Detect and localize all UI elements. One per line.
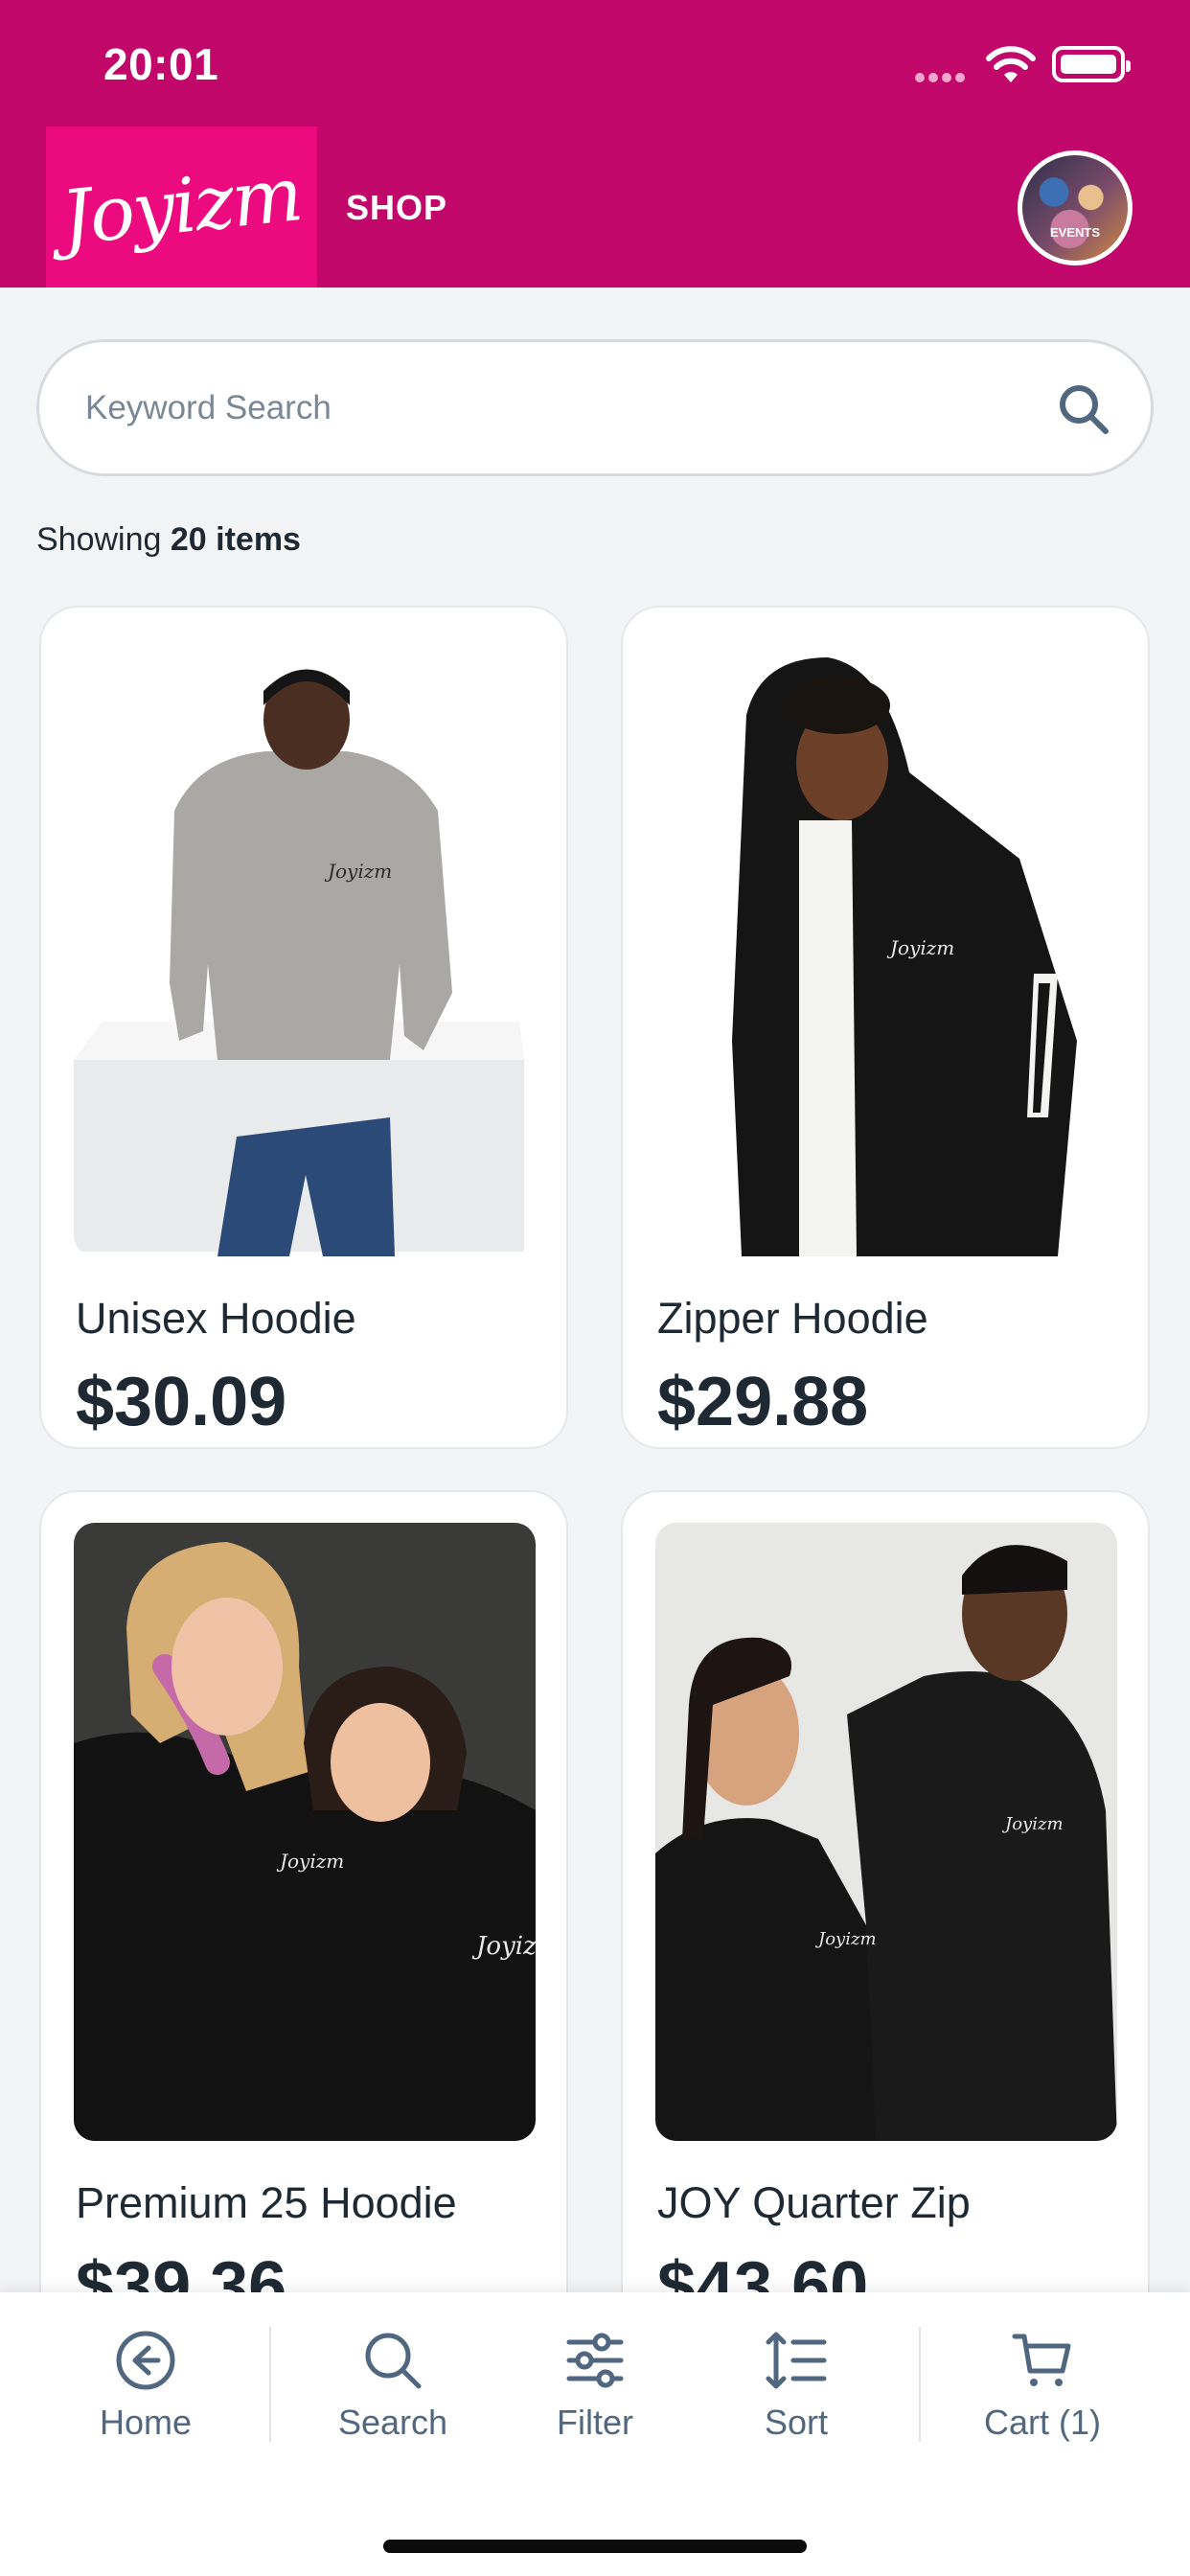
svg-text:Joyizm: Joyizm — [886, 936, 954, 959]
sliders-icon — [566, 2333, 624, 2388]
product-image: Joyizm — [655, 638, 1117, 1256]
logo[interactable]: Joyizm — [46, 126, 317, 288]
nav-sort-label: Sort — [764, 2403, 829, 2442]
product-price: $29.88 — [657, 1364, 869, 1440]
nav-cart-button[interactable]: Cart (1) — [947, 2329, 1138, 2443]
product-price: $30.09 — [76, 1364, 287, 1440]
product-card[interactable]: Joyizm Joyizm JOY Quarter Zip $43.60 — [621, 1490, 1150, 2334]
product-image: Joyizm — [74, 638, 536, 1256]
shop-nav-link[interactable]: SHOP — [346, 188, 447, 228]
nav-sort-button[interactable]: Sort — [700, 2329, 892, 2443]
product-name: Unisex Hoodie — [76, 1294, 356, 1343]
product-name: Zipper Hoodie — [657, 1294, 928, 1343]
nav-divider — [269, 2327, 271, 2442]
couple-quarter-zip-photo: Joyizm Joyizm — [655, 1545, 1117, 2141]
product-card[interactable]: Joyizm Unisex Hoodie $30.09 — [39, 606, 568, 1449]
svg-text:Joyizm: Joyizm — [1001, 1814, 1064, 1834]
product-image: Joyizm Joyizm — [655, 1523, 1117, 2141]
results-prefix: Showing — [36, 521, 162, 558]
nav-search-label: Search — [337, 2403, 448, 2442]
search-icon — [365, 2333, 422, 2389]
svg-text:Joyizm: Joyizm — [324, 860, 392, 883]
cart-icon — [1012, 2334, 1071, 2386]
svg-text:Joyizm: Joyizm — [814, 1929, 877, 1949]
status-time: 20:01 — [103, 39, 219, 89]
search-bar — [36, 339, 1154, 476]
svg-text:Joyizm: Joyizm — [276, 1850, 344, 1873]
signal-dots-icon — [915, 70, 969, 83]
bottom-nav: Home Search Filter Sort Cart (1) — [0, 2292, 1190, 2576]
man-black-zip-hoodie-photo: Joyizm — [732, 657, 1077, 1256]
events-label: EVENTS — [1049, 225, 1100, 240]
events-avatar-button[interactable]: EVENTS — [1018, 150, 1133, 265]
man-gray-hoodie-photo: Joyizm — [74, 669, 524, 1256]
shop-screen: 20:01 Joyizm SHOP EVENTS Showing 20 item… — [0, 0, 1190, 2576]
nav-filter-label: Filter — [557, 2403, 633, 2442]
home-indicator[interactable] — [383, 2540, 807, 2553]
app-header: 20:01 Joyizm SHOP EVENTS — [0, 0, 1190, 288]
arrow-left-circle-icon — [116, 2331, 175, 2390]
svg-text:Joyizm: Joyizm — [471, 1932, 536, 1961]
logo-text: Joyizm — [57, 151, 306, 263]
nav-search-button[interactable]: Search — [297, 2329, 489, 2443]
nav-cart-label: Cart (1) — [983, 2403, 1101, 2442]
nav-divider — [919, 2327, 921, 2442]
product-name: Premium 25 Hoodie — [76, 2178, 457, 2227]
product-name: JOY Quarter Zip — [657, 2178, 971, 2227]
sort-icon — [766, 2332, 827, 2389]
keyword-search-input[interactable] — [85, 342, 1043, 473]
nav-filter-button[interactable]: Filter — [499, 2329, 691, 2443]
product-card[interactable]: Joyizm Joyizm Premium 25 Hoodie $39.36 — [39, 1490, 568, 2334]
nav-home-label: Home — [99, 2403, 193, 2442]
nav-home-button[interactable]: Home — [50, 2329, 241, 2443]
results-count-value: 20 items — [170, 521, 301, 558]
battery-icon — [1052, 46, 1131, 82]
results-count: Showing 20 items — [36, 521, 301, 559]
wifi-icon — [986, 46, 1036, 82]
product-image: Joyizm Joyizm — [74, 1523, 536, 2141]
product-card[interactable]: Joyizm Zipper Hoodie $29.88 — [621, 606, 1150, 1449]
two-women-black-hoodies-photo: Joyizm Joyizm — [74, 1542, 536, 2141]
search-icon[interactable] — [1057, 382, 1110, 436]
